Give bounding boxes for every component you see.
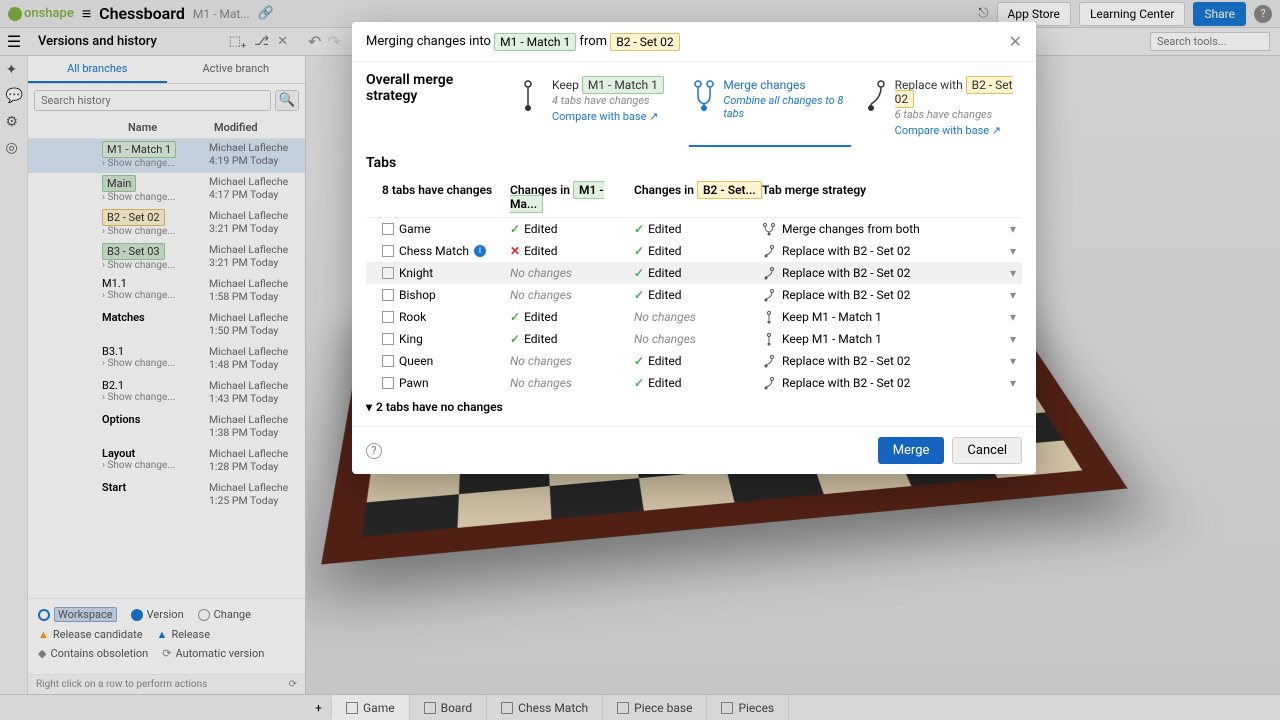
check-icon: ✓ <box>510 310 520 324</box>
chevron-down-icon[interactable]: ▾ <box>1010 266 1016 280</box>
tab-merge-row[interactable]: PawnNo changes✓EditedReplace with B2 - S… <box>366 372 1022 394</box>
check-icon: ✓ <box>510 332 520 346</box>
tabs-section-label: Tabs <box>366 155 1022 171</box>
x-icon: ✕ <box>510 244 520 258</box>
check-icon: ✓ <box>634 222 644 236</box>
strategy-replace[interactable]: Replace with B2 - Set 02 6 tabs have cha… <box>861 72 1022 147</box>
replace-icon <box>762 244 776 258</box>
close-icon[interactable]: ✕ <box>1009 32 1022 51</box>
strategy-merge[interactable]: Merge changes Combine all changes to 8 t… <box>689 72 850 147</box>
check-icon: ✓ <box>634 288 644 302</box>
tab-type-icon <box>382 311 394 323</box>
cancel-button[interactable]: Cancel <box>952 437 1022 464</box>
keep-icon <box>762 310 776 324</box>
tabs-table-header: 8 tabs have changes Changes in M1 - Ma..… <box>366 177 1022 218</box>
tab-merge-row[interactable]: QueenNo changes✓EditedReplace with B2 - … <box>366 350 1022 372</box>
tab-type-icon <box>382 223 394 235</box>
tab-type-icon <box>382 355 394 367</box>
chevron-down-icon[interactable]: ▾ <box>1010 376 1016 390</box>
replace-icon <box>762 354 776 368</box>
replace-icon <box>762 376 776 390</box>
chevron-down-icon[interactable]: ▾ <box>1010 332 1016 346</box>
source-branch-tag: B2 - Set 02 <box>610 33 679 51</box>
info-icon[interactable]: i <box>474 245 486 257</box>
tab-merge-row[interactable]: Chess Matchi✕Edited✓EditedReplace with B… <box>366 240 1022 262</box>
tab-merge-row[interactable]: BishopNo changes✓EditedReplace with B2 -… <box>366 284 1022 306</box>
check-icon: ✓ <box>634 376 644 390</box>
tab-type-icon <box>382 245 394 257</box>
replace-icon <box>865 78 887 114</box>
tab-type-icon <box>382 267 394 279</box>
check-icon: ✓ <box>634 266 644 280</box>
merge-icon <box>762 222 776 236</box>
compare-replace-link[interactable]: Compare with base ↗ <box>895 124 1001 137</box>
strategy-keep[interactable]: Keep M1 - Match 1 4 tabs have changes Co… <box>518 72 679 147</box>
tab-merge-row[interactable]: King✓EditedNo changesKeep M1 - Match 1▾ <box>366 328 1022 350</box>
tab-merge-row[interactable]: Game✓Edited✓EditedMerge changes from bot… <box>366 218 1022 240</box>
tab-type-icon <box>382 333 394 345</box>
target-branch-tag: M1 - Match 1 <box>494 33 576 51</box>
compare-keep-link[interactable]: Compare with base ↗ <box>552 110 658 123</box>
merge-modal: Merging changes into M1 - Match 1 from B… <box>352 22 1036 474</box>
merge-icon <box>693 78 715 114</box>
chevron-down-icon[interactable]: ▾ <box>1010 288 1016 302</box>
tab-merge-row[interactable]: KnightNo changes✓EditedReplace with B2 -… <box>366 262 1022 284</box>
keep-icon <box>522 78 544 114</box>
check-icon: ✓ <box>510 222 520 236</box>
keep-icon <box>762 332 776 346</box>
chevron-down-icon[interactable]: ▾ <box>1010 244 1016 258</box>
replace-icon <box>762 288 776 302</box>
tab-type-icon <box>382 289 394 301</box>
chevron-down-icon: ▾ <box>366 400 372 414</box>
strategy-label: Overall merge strategy <box>366 72 504 104</box>
modal-header: Merging changes into M1 - Match 1 from B… <box>352 22 1036 62</box>
collapse-no-changes[interactable]: ▾ 2 tabs have no changes <box>352 394 1036 420</box>
check-icon: ✓ <box>634 354 644 368</box>
chevron-down-icon[interactable]: ▾ <box>1010 310 1016 324</box>
replace-icon <box>762 266 776 280</box>
help-icon[interactable]: ? <box>366 443 382 459</box>
check-icon: ✓ <box>634 244 644 258</box>
merge-button[interactable]: Merge <box>878 437 945 464</box>
chevron-down-icon[interactable]: ▾ <box>1010 354 1016 368</box>
chevron-down-icon[interactable]: ▾ <box>1010 222 1016 236</box>
tab-merge-row[interactable]: Rook✓EditedNo changesKeep M1 - Match 1▾ <box>366 306 1022 328</box>
tab-type-icon <box>382 377 394 389</box>
